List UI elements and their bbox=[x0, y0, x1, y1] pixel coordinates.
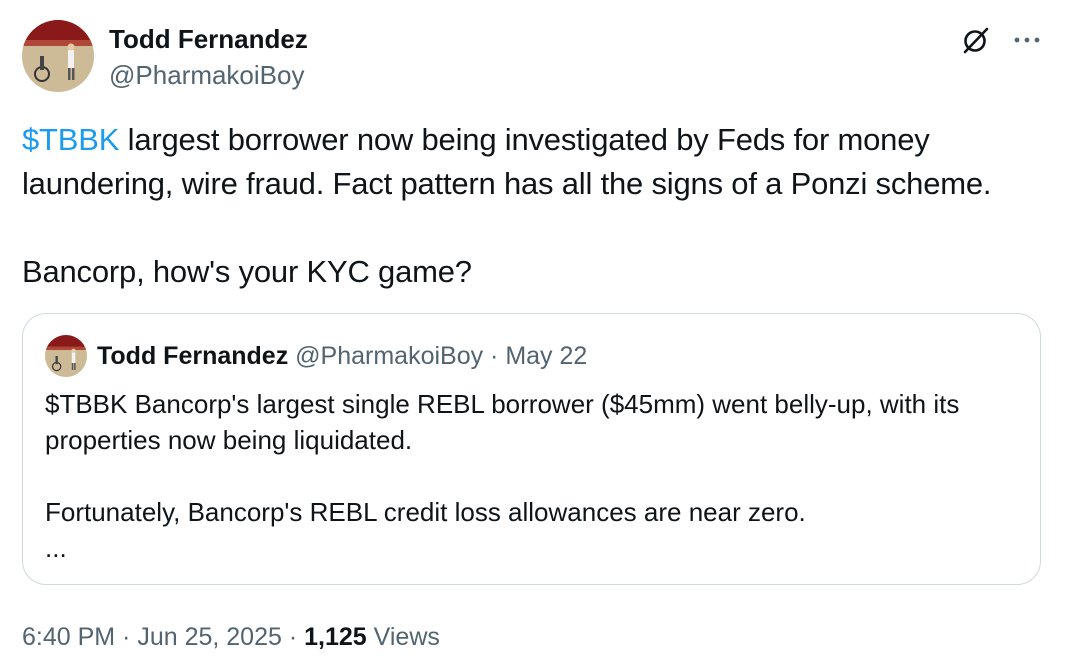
quoted-date: May 22 bbox=[505, 342, 588, 370]
tweet-text: $TBBK largest borrower now being investi… bbox=[22, 118, 1042, 294]
avatar-image bbox=[45, 335, 87, 377]
meta-separator: · bbox=[115, 623, 138, 651]
author-handle[interactable]: @PharmakoiBoy bbox=[109, 58, 304, 92]
quoted-tweet-text: $TBBK Bancorp's largest single REBL borr… bbox=[45, 386, 1020, 566]
quoted-author-avatar bbox=[45, 335, 87, 377]
more-options-icon[interactable] bbox=[1010, 26, 1044, 54]
avatar-image bbox=[22, 20, 94, 92]
quoted-paragraph-1: $TBBK Bancorp's largest single REBL borr… bbox=[45, 389, 960, 455]
quoted-ellipsis: ... bbox=[45, 533, 67, 563]
cashtag-link[interactable]: $TBBK bbox=[22, 122, 119, 157]
tweet-paragraph-2: Bancorp, how's your KYC game? bbox=[22, 254, 472, 289]
tweet-meta: 6:40 PM · Jun 25, 2025 · 1,125 Views bbox=[22, 620, 440, 654]
tweet-paragraph-1-text: largest borrower now being investigated … bbox=[22, 122, 992, 201]
quoted-separator: · bbox=[483, 342, 506, 370]
meta-separator: · bbox=[281, 623, 305, 651]
quoted-paragraph-2: Fortunately, Bancorp's REBL credit loss … bbox=[45, 497, 806, 527]
grok-icon[interactable] bbox=[960, 24, 992, 56]
tweet-paragraph-1: $TBBK largest borrower now being investi… bbox=[22, 118, 1042, 206]
tweet-time[interactable]: 6:40 PM bbox=[22, 623, 115, 651]
quoted-tweet-card[interactable]: Todd Fernandez @PharmakoiBoy · May 22 $T… bbox=[22, 313, 1041, 585]
quoted-author-handle: @PharmakoiBoy bbox=[295, 342, 484, 370]
quoted-author-name: Todd Fernandez bbox=[97, 342, 289, 370]
tweet-date[interactable]: Jun 25, 2025 bbox=[137, 623, 282, 651]
author-avatar[interactable] bbox=[22, 20, 94, 92]
views-count: 1,125 bbox=[304, 623, 367, 651]
views-label: Views bbox=[373, 623, 440, 651]
author-name[interactable]: Todd Fernandez bbox=[109, 22, 308, 56]
quoted-tweet-header: Todd Fernandez @PharmakoiBoy · May 22 bbox=[97, 340, 587, 372]
tweet: Todd Fernandez @PharmakoiBoy $TBBK large… bbox=[0, 0, 1068, 672]
